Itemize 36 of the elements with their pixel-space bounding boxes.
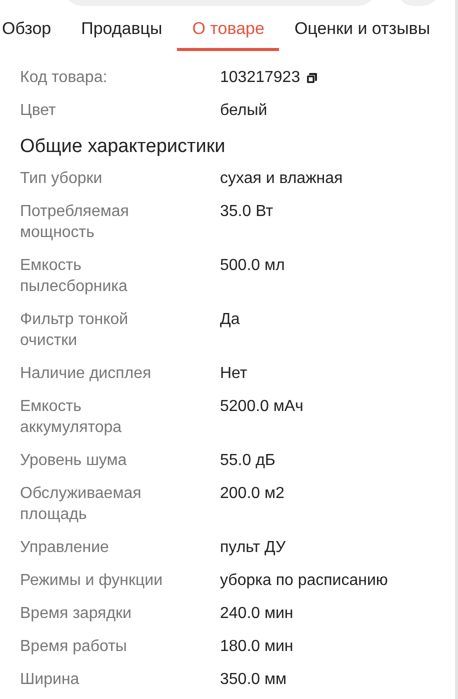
- spec-label: Управление: [20, 538, 110, 558]
- spec-label: Ширина: [20, 670, 80, 690]
- spec-value: 55.0 дБ: [220, 451, 276, 471]
- spec-value: 240.0 мин: [220, 604, 294, 624]
- tab[interactable]: О товаре: [177, 19, 280, 51]
- tab[interactable]: Оценки и отзывы: [279, 19, 446, 51]
- copy-icon[interactable]: [306, 72, 318, 84]
- spec-value: 180.0 мин: [220, 637, 294, 657]
- spec-value: Да: [220, 310, 241, 330]
- spec-label: Фильтр тонкой очистки: [20, 310, 130, 351]
- section-title: Общие характеристики: [20, 135, 226, 159]
- spec-label: Наличие дисплея: [20, 364, 152, 384]
- spec-value: 350.0 мм: [220, 670, 288, 690]
- spec-value: Нет: [220, 364, 248, 384]
- spec-value: пульт ДУ: [220, 538, 287, 558]
- spec-label: Время работы: [20, 637, 128, 657]
- spec-label: Цвет: [20, 101, 57, 121]
- tab[interactable]: Продавцы: [66, 19, 178, 51]
- spec-label: Емкость аккумулятора: [20, 397, 123, 438]
- spec-label: Код товара:: [20, 68, 108, 88]
- spec-label: Обслуживаемая площадь: [20, 484, 142, 525]
- spec-label: Потребляемая мощность: [20, 202, 130, 243]
- spec-value: 5200.0 мАч: [220, 397, 304, 417]
- spec-label: Уровень шума: [20, 451, 128, 471]
- spec-label: Тип уборки: [20, 169, 104, 189]
- spec-value: 35.0 Вт: [220, 202, 274, 222]
- spec-value: сухая и влажная: [220, 169, 344, 189]
- spec-value: 103217923: [220, 68, 300, 88]
- spec-label: Емкость пылесборника: [20, 256, 128, 297]
- spec-label: Время зарядки: [20, 604, 132, 624]
- spec-value: 200.0 м2: [220, 484, 286, 504]
- spec-value: 500.0 мл: [220, 256, 286, 276]
- spec-value: уборка по расписанию: [220, 571, 389, 591]
- spec-value: белый: [220, 101, 268, 121]
- spec-label: Режимы и функции: [20, 571, 164, 591]
- tab[interactable]: Обзор: [0, 19, 66, 51]
